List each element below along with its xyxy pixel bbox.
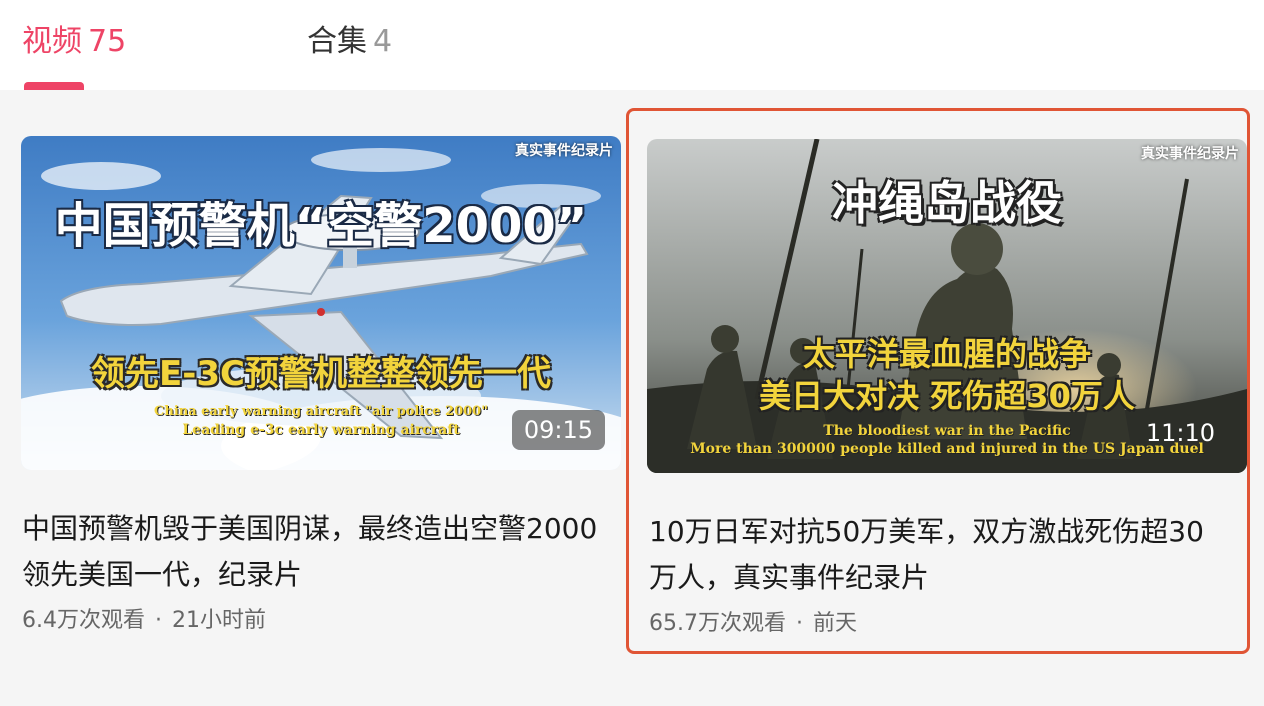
tab-bar: 视频 75 合集 4	[0, 0, 1264, 90]
video-card[interactable]: 真实事件纪录片 中国预警机“空警2000” 领先E-3C预警机整整领先一代 Ch…	[0, 108, 624, 654]
tab-videos-count: 75	[88, 24, 127, 59]
video-title[interactable]: 10万日军对抗50万美军，双方激战死伤超30万人，真实事件纪录片	[649, 509, 1229, 601]
tab-collections-count: 4	[373, 24, 393, 59]
video-thumbnail[interactable]: 真实事件纪录片 中国预警机“空警2000” 领先E-3C预警机整整领先一代 Ch…	[21, 136, 621, 470]
video-meta: 6.4万次观看 · 21小时前	[22, 606, 266, 636]
thumbnail-subheadline: 太平洋最血腥的战争	[802, 335, 1091, 373]
video-duration-badge: 11:10	[1145, 419, 1215, 447]
tab-videos[interactable]: 视频 75	[22, 22, 126, 62]
video-thumbnail[interactable]: 真实事件纪录片 冲绳岛战役 太平洋最血腥的战争 美日大对决 死伤超30万人 Th…	[647, 139, 1247, 473]
publish-time: 前天	[813, 611, 858, 636]
tab-collections-label: 合集	[307, 24, 367, 59]
thumbnail-subheadline: 领先E-3C预警机整整领先一代	[91, 354, 551, 394]
meta-separator: ·	[796, 611, 803, 636]
active-tab-indicator	[24, 82, 84, 90]
tab-collections[interactable]: 合集 4	[307, 22, 392, 62]
thumbnail-headline: 中国预警机“空警2000”	[54, 198, 588, 254]
publish-time: 21小时前	[172, 608, 266, 633]
video-card-selected[interactable]: 真实事件纪录片 冲绳岛战役 太平洋最血腥的战争 美日大对决 死伤超30万人 Th…	[626, 108, 1250, 654]
thumbnail-subheadline: 美日大对决 死伤超30万人	[759, 377, 1135, 415]
tab-videos-label: 视频	[22, 24, 82, 59]
meta-separator: ·	[155, 608, 162, 633]
thumbnail-headline: 冲绳岛战役	[832, 176, 1062, 230]
thumbnail-watermark: 真实事件纪录片	[1141, 146, 1239, 162]
view-count: 65.7万次观看	[649, 611, 786, 636]
thumbnail-watermark: 真实事件纪录片	[515, 143, 613, 159]
view-count: 6.4万次观看	[22, 608, 145, 633]
video-duration-badge: 09:15	[511, 410, 605, 450]
video-title[interactable]: 中国预警机毁于美国阴谋，最终造出空警2000领先美国一代，纪录片	[22, 506, 602, 598]
video-meta: 65.7万次观看 · 前天	[649, 609, 857, 639]
